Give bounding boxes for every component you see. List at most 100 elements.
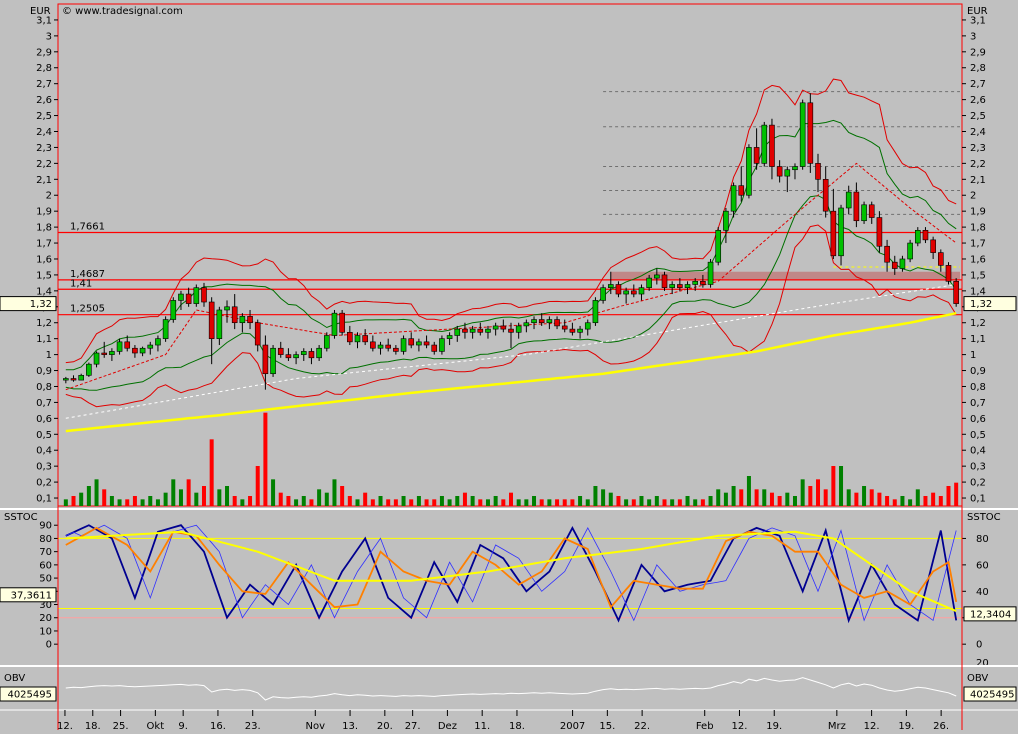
candle-body (262, 344, 269, 375)
candle-body (124, 341, 131, 349)
price-tick-label-left: 0,9 (36, 366, 52, 377)
volume-bar (585, 499, 590, 506)
candle-body (454, 328, 461, 336)
candle-body (347, 331, 353, 343)
candle-body (239, 316, 246, 324)
price-tick-label-left: 0,7 (36, 398, 52, 409)
price-tick-label-left: 2,7 (36, 79, 52, 90)
candle-body (132, 347, 138, 354)
candle-body (876, 217, 883, 247)
candle-body (899, 258, 906, 269)
date-label: 13. (342, 721, 358, 732)
sstoc-tick-label-right: 40 (976, 587, 989, 598)
candle-body (254, 322, 261, 346)
volume-bar (286, 496, 291, 506)
date-label: Feb (696, 721, 714, 732)
candle-body (945, 265, 952, 282)
volume-bar (485, 499, 490, 506)
candle-body (907, 242, 913, 260)
price-tick-label-right: 0,5 (970, 430, 986, 441)
volume-bar (255, 466, 260, 506)
candle-body (70, 378, 77, 381)
candle-body (508, 328, 514, 333)
date-label: Okt (147, 721, 165, 732)
candle-body (416, 341, 422, 346)
candle-body (953, 280, 959, 304)
volume-bar (301, 496, 306, 506)
candle-body (569, 328, 576, 333)
date-label: 18. (509, 721, 525, 732)
volume-bar (570, 499, 575, 506)
candle-body (546, 319, 553, 324)
volume-bar (938, 496, 943, 506)
candle-body (631, 290, 637, 295)
sstoc-tick-label-left: 10 (39, 626, 52, 637)
candle-body (439, 338, 445, 352)
candle-body (155, 338, 161, 346)
date-label: 23. (245, 721, 261, 732)
date-label: Nov (306, 721, 326, 732)
volume-bar (309, 499, 314, 506)
price-tick-label-right: 1,5 (970, 270, 986, 281)
candle-body (86, 363, 92, 376)
volume-bar (363, 492, 368, 506)
price-tick-label-left: 2,6 (36, 95, 52, 106)
currency-label-left: EUR (30, 6, 51, 17)
volume-bar (746, 476, 751, 506)
volume-bar (109, 496, 114, 506)
volume-bar (700, 499, 705, 506)
volume-bar (892, 499, 897, 506)
candle-body (185, 293, 192, 304)
sstoc-label-left: SSTOC (4, 512, 38, 523)
sstoc-tick-label-left: 70 (39, 547, 52, 558)
volume-bar (263, 412, 268, 506)
price-tick-label-right: 1,9 (970, 207, 986, 218)
last-price-label-right: 1,32 (970, 299, 992, 310)
date-label: 12. (732, 721, 748, 732)
candle-body (531, 319, 537, 324)
volume-bar (731, 486, 736, 506)
price-tick-label-right: 1 (970, 350, 976, 361)
volume-bar (716, 489, 721, 506)
price-tick-label-right: 0,2 (970, 478, 986, 489)
volume-bar (71, 496, 76, 506)
candle-body (109, 351, 115, 355)
candle-body (861, 204, 867, 222)
candle-body (170, 300, 177, 320)
volume-bar (163, 492, 168, 506)
price-tick-label-right: 2,8 (970, 63, 986, 74)
candle-body (362, 335, 368, 343)
price-tick-label-left: 2 (46, 191, 52, 202)
price-tick-label-left: 0,1 (36, 494, 52, 505)
candle-body (845, 191, 852, 209)
candle-body (423, 341, 430, 346)
volume-bar (294, 499, 299, 506)
volume-bar (877, 492, 882, 506)
volume-bar (386, 499, 391, 506)
volume-bar (478, 499, 483, 506)
volume-bar (140, 499, 145, 506)
volume-bar (378, 496, 383, 506)
price-tick-label-left: 3,1 (36, 15, 52, 26)
candle-body (270, 347, 276, 375)
candle-body (331, 312, 338, 336)
price-tick-label-left: 2,4 (36, 127, 52, 138)
price-tick-label-left: 1,7 (36, 239, 52, 250)
volume-bar (248, 496, 253, 506)
candle-body (838, 207, 844, 257)
candle-body (63, 378, 69, 381)
price-tick-label-left: 1,1 (36, 334, 52, 345)
volume-bar (885, 496, 890, 506)
watermark: © www.tradesignal.com (62, 6, 183, 17)
date-label: Dez (438, 721, 457, 732)
candle-body (938, 252, 944, 266)
candle-body (485, 328, 491, 333)
candle-body (753, 147, 760, 164)
candle-body (707, 261, 714, 285)
volume-bar (946, 486, 951, 506)
candle-body (492, 325, 499, 330)
volume-bar (708, 496, 713, 506)
price-tick-label-right: 3,1 (970, 15, 986, 26)
volume-bar (616, 496, 621, 506)
volume-bar (401, 496, 406, 506)
